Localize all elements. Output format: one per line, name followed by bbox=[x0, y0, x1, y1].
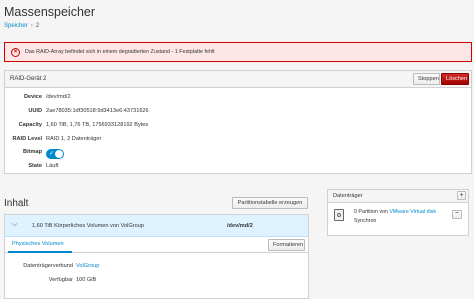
volume-tabs: Physisches Volumen Formatieren bbox=[5, 237, 308, 253]
check-icon: ✓ bbox=[49, 151, 55, 157]
bitmap-row: Bitmap ✓ bbox=[5, 149, 471, 159]
raid-level-value: RAID 1, 2 Datenträger bbox=[46, 136, 102, 142]
error-circle-icon: × bbox=[11, 47, 20, 57]
state-label: State bbox=[28, 163, 42, 169]
device-label: Device bbox=[23, 94, 42, 100]
content-panel: ⌵ 1,60 TiB Körperliches Volumen von VolG… bbox=[4, 214, 309, 299]
drive-line-1: 0 Partition von VMware Virtual disk bbox=[354, 209, 436, 215]
breadcrumb: Speicher › 2 bbox=[4, 23, 39, 29]
drive-disk-link[interactable]: VMware Virtual disk bbox=[389, 209, 436, 215]
state-value: Läuft bbox=[46, 163, 59, 169]
device-row: Device /dev/md/2 bbox=[5, 94, 471, 104]
capacity-row: Capacity 1,60 TiB, 1,76 TB, 175693312819… bbox=[5, 122, 471, 132]
free-space-value: 100 GiB bbox=[76, 277, 97, 283]
raid-panel-header: RAID-Gerät 2 Stoppen Löschen bbox=[5, 71, 471, 88]
format-button[interactable]: Formatieren bbox=[268, 239, 305, 251]
drives-panel: Datenträger + 0 Partition von VMware Vir… bbox=[327, 189, 469, 236]
drives-panel-title: Datenträger bbox=[333, 193, 363, 199]
breadcrumb-current: 2 bbox=[35, 23, 40, 29]
volume-device: /dev/md/2 bbox=[227, 223, 253, 229]
raid-level-row: RAID Level RAID 1, 2 Datenträger bbox=[5, 136, 471, 146]
capacity-value: 1,60 TiB, 1,76 TB, 1756933128192 Bytes bbox=[46, 122, 149, 128]
volume-description: 1,60 TiB Körperliches Volumen von VolGro… bbox=[32, 223, 144, 229]
drive-partition-text: 0 Partition von bbox=[354, 209, 390, 215]
toggle-knob bbox=[55, 150, 63, 158]
volume-row[interactable]: ⌵ 1,60 TiB Körperliches Volumen von VolG… bbox=[5, 215, 308, 237]
device-value: /dev/md/2 bbox=[46, 94, 71, 100]
volume-group-label: Datenträgerverbund bbox=[23, 263, 73, 269]
volume-group-link[interactable]: VolGroup bbox=[76, 263, 99, 269]
capacity-label: Capacity bbox=[18, 122, 42, 128]
add-drive-button[interactable]: + bbox=[457, 191, 466, 200]
chevron-down-icon[interactable]: ⌵ bbox=[12, 221, 17, 229]
uuid-value: 2ae78035:1df30518:9d3413e6:43731626 bbox=[46, 108, 149, 114]
uuid-row: UUID 2ae78035:1df30518:9d3413e6:43731626 bbox=[5, 108, 471, 118]
bitmap-label: Bitmap bbox=[23, 149, 42, 155]
stop-button[interactable]: Stoppen bbox=[413, 73, 440, 85]
disk-platter bbox=[337, 213, 341, 217]
raid-level-label: RAID Level bbox=[12, 136, 42, 142]
drive-sync-status: Synchron bbox=[354, 218, 377, 224]
raid-panel-title: RAID-Gerät 2 bbox=[10, 76, 47, 82]
active-tab-indicator bbox=[8, 251, 72, 253]
alert-text: Das RAID-Array befindet sich in einem de… bbox=[25, 49, 215, 55]
bitmap-toggle[interactable]: ✓ bbox=[46, 149, 64, 159]
raid-device-panel: RAID-Gerät 2 Stoppen Löschen Device /dev… bbox=[4, 70, 472, 174]
state-row: State Läuft bbox=[5, 163, 471, 173]
breadcrumb-parent-link[interactable]: Speicher bbox=[4, 23, 28, 29]
uuid-label: UUID bbox=[28, 108, 42, 114]
content-section-title: Inhalt bbox=[4, 198, 29, 209]
breadcrumb-separator: › bbox=[30, 23, 33, 29]
page-title: Massenspeicher bbox=[4, 5, 96, 19]
tab-physical-volume[interactable]: Physisches Volumen bbox=[12, 241, 64, 247]
create-partition-table-button[interactable]: Partitionstabelle erzeugen bbox=[232, 197, 308, 209]
remove-drive-button[interactable]: − bbox=[452, 210, 462, 219]
degraded-alert: × Das RAID-Array befindet sich in einem … bbox=[4, 42, 472, 62]
drives-panel-header: Datenträger + bbox=[328, 190, 468, 203]
hard-disk-icon bbox=[334, 209, 344, 221]
delete-button[interactable]: Löschen bbox=[441, 73, 469, 85]
free-space-label: Verfügbar bbox=[48, 277, 73, 283]
